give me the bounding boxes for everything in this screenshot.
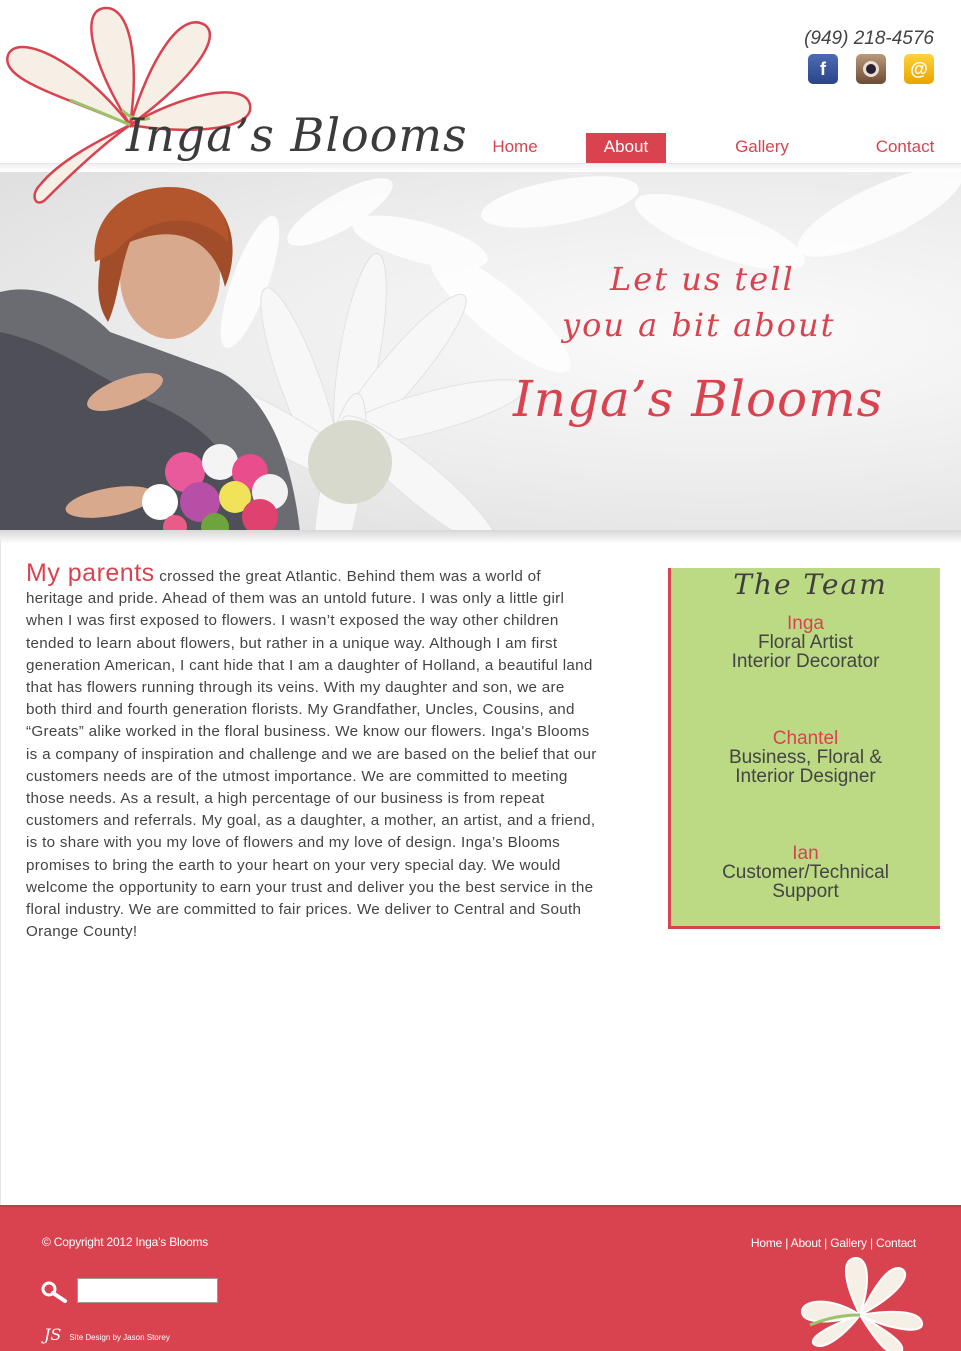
hero-tagline-line2: you a bit about — [562, 306, 836, 344]
footer-link-gallery[interactable]: Gallery — [830, 1236, 867, 1250]
site-footer: © Copyright 2012 Inga’s Blooms Home | Ab… — [0, 1207, 961, 1351]
hero-brand-name: Inga’s Blooms — [513, 370, 884, 428]
member-role: Floral Artist — [757, 632, 854, 653]
page-edge — [0, 540, 1, 1207]
designer-logo: JS — [44, 1325, 62, 1344]
hero-image — [0, 172, 961, 532]
footer-link-home[interactable]: Home — [751, 1236, 782, 1250]
logo-flower-icon — [6, 6, 252, 204]
search-input[interactable] — [77, 1278, 218, 1303]
email-icon[interactable]: @ — [904, 54, 934, 84]
team-panel: The Team Inga Floral Artist Interior Dec… — [668, 568, 940, 929]
member-name: Chantel — [772, 728, 839, 749]
team-member: Ian Customer/Technical Support — [671, 844, 940, 901]
member-role: Interior Decorator — [731, 651, 880, 672]
hero-tagline-line1: Let us tell — [610, 260, 795, 298]
phone-number: (949) 218-4576 — [804, 28, 934, 49]
footer-link-contact[interactable]: Contact — [876, 1236, 916, 1250]
footer-nav: Home | About | Gallery | Contact — [750, 1236, 916, 1250]
design-credit: JS Site Design by Jason Storey — [44, 1325, 170, 1344]
main-nav: Home About Gallery Contact — [460, 133, 935, 164]
hero-banner: Let us tell you a bit about Inga’s Bloom… — [0, 172, 961, 532]
instagram-icon[interactable] — [856, 54, 886, 84]
site-header: Inga’s Blooms (949) 218-4576 f @ Home Ab… — [0, 0, 961, 204]
member-role: Support — [772, 881, 839, 902]
member-role: Customer/Technical — [722, 862, 889, 883]
team-title: The Team — [733, 568, 888, 601]
design-credit-text[interactable]: Site Design by Jason Storey — [69, 1333, 170, 1342]
team-member: Chantel Business, Floral & Interior Desi… — [671, 729, 940, 786]
team-member: Inga Floral Artist Interior Decorator — [671, 614, 940, 671]
nav-home[interactable]: Home — [478, 133, 552, 164]
member-role: Interior Designer — [735, 766, 876, 787]
search-icon[interactable] — [40, 1281, 68, 1303]
copyright-text: © Copyright 2012 Inga’s Blooms — [42, 1235, 209, 1249]
footer-link-about[interactable]: About — [791, 1236, 822, 1250]
member-name: Ian — [792, 843, 819, 864]
member-name: Inga — [787, 613, 824, 634]
facebook-icon[interactable]: f — [808, 54, 838, 84]
nav-about[interactable]: About — [586, 133, 666, 164]
story-lead: My parents — [26, 559, 155, 587]
story-body: crossed the great Atlantic. Behind them … — [26, 568, 597, 941]
nav-contact[interactable]: Contact — [865, 133, 945, 164]
about-story: My parents crossed the great Atlantic. B… — [26, 559, 598, 943]
nav-gallery[interactable]: Gallery — [722, 133, 802, 164]
hero-shadow — [0, 530, 961, 544]
social-links: f @ — [808, 54, 934, 84]
page: Inga’s Blooms (949) 218-4576 f @ Home Ab… — [0, 0, 961, 1351]
member-role: Business, Floral & — [728, 747, 883, 768]
footer-flower-icon — [801, 1256, 923, 1351]
logo-text[interactable]: Inga’s Blooms — [126, 108, 468, 162]
